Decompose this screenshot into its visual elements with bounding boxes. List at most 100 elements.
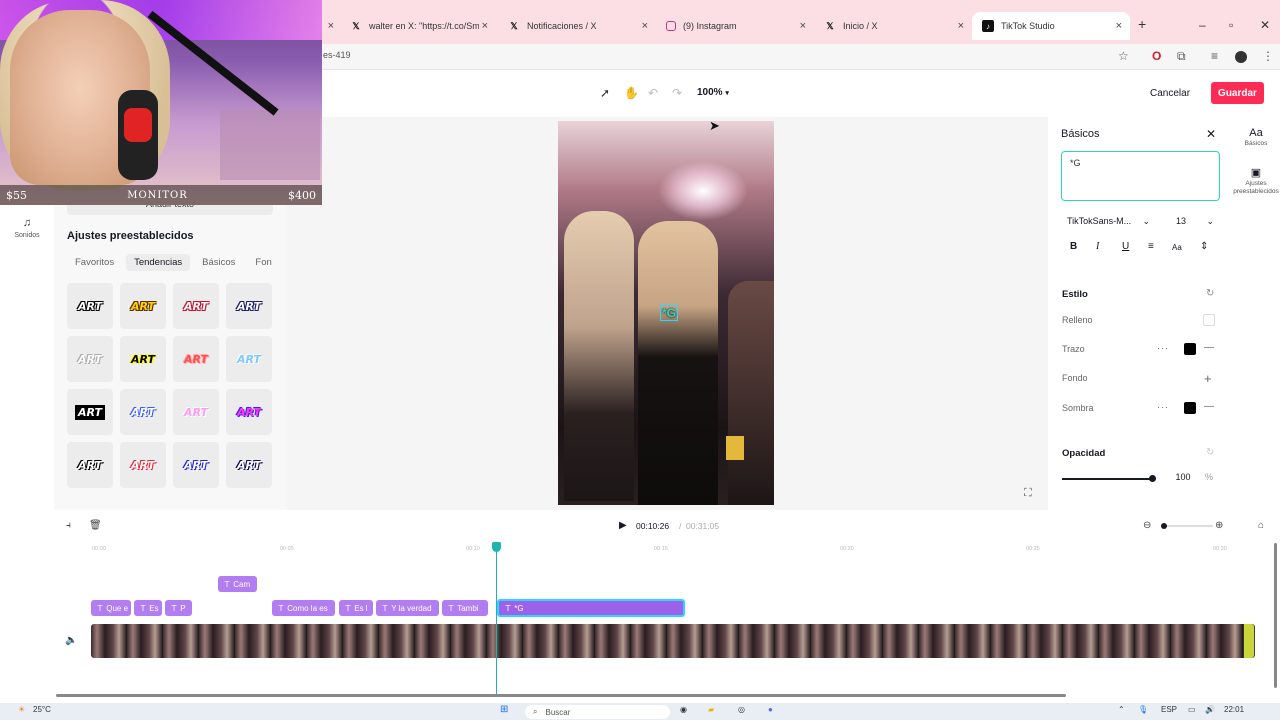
tab-tendencias[interactable]: Tendencias — [126, 254, 191, 271]
url-text[interactable]: es-419 — [323, 50, 351, 60]
network-icon[interactable]: ▭ — [1188, 705, 1196, 714]
feedback-icon[interactable]: ⌂ — [1258, 520, 1264, 531]
tab-walter[interactable]: 𝕏 walter en X: "https://t.co/SmlU" × — [340, 12, 496, 40]
italic-icon[interactable]: I — [1096, 241, 1099, 252]
discord-icon[interactable]: ● — [768, 705, 773, 714]
playlist-icon[interactable]: ≡ — [1211, 49, 1218, 63]
redo-icon[interactable]: ↷ — [672, 86, 682, 100]
hand-pan-icon[interactable]: ✋ — [624, 86, 639, 100]
minimize-icon[interactable]: – — [1199, 18, 1206, 32]
close-icon[interactable]: × — [1116, 20, 1122, 32]
font-family-select[interactable]: TikTokSans-M... ⌄ — [1061, 211, 1156, 231]
text-clip[interactable]: Ｔ Como la es — [272, 600, 335, 616]
minus-icon[interactable]: — — [1204, 401, 1214, 412]
extensions-puzzle-icon[interactable]: ⧉ — [1177, 49, 1186, 64]
stroke-swatch[interactable] — [1184, 343, 1196, 355]
text-sticker[interactable]: *G — [660, 305, 679, 321]
text-clip[interactable]: Ｔ Cam — [218, 576, 257, 592]
new-tab-icon[interactable]: + — [1138, 16, 1146, 32]
underline-icon[interactable]: U — [1122, 241, 1129, 252]
text-clip[interactable]: Ｔ Y la verdad — [376, 600, 439, 616]
rail-item-presets[interactable]: ▣ Ajustes preestablecidos — [1232, 168, 1280, 196]
weather-icon[interactable]: ☀ — [18, 705, 25, 714]
tab-tiktok-studio[interactable]: ♪ TikTok Studio × — [972, 12, 1130, 40]
preset-tile[interactable]: ART — [120, 283, 166, 329]
close-icon[interactable]: × — [800, 20, 806, 32]
vertical-scrollbar[interactable] — [1274, 543, 1277, 688]
preset-tile[interactable]: ART — [120, 389, 166, 435]
language-indicator[interactable]: ESP — [1161, 705, 1177, 714]
close-icon[interactable]: ✕ — [1206, 127, 1216, 141]
preset-tile[interactable]: ART — [67, 283, 113, 329]
sidebar-item-sounds[interactable]: ♫ Sonidos — [6, 217, 48, 239]
clock-time[interactable]: 22:01 — [1224, 705, 1244, 714]
text-clip[interactable]: Ｔ Que e — [91, 600, 131, 616]
more-dots-icon[interactable]: ··· — [1157, 402, 1169, 412]
cancel-button[interactable]: Cancelar — [1142, 82, 1199, 104]
close-icon[interactable]: × — [328, 20, 334, 32]
reset-icon[interactable]: ↻ — [1206, 447, 1214, 458]
play-icon[interactable]: ▶ — [619, 520, 627, 531]
tab-inicio[interactable]: 𝕏 Inicio / X × — [814, 12, 972, 40]
bookmark-star-icon[interactable]: ☆ — [1118, 49, 1129, 63]
preset-tile[interactable]: ART — [173, 283, 219, 329]
track-volume-icon[interactable]: 🔈 — [65, 635, 77, 646]
horizontal-scrollbar[interactable] — [56, 694, 1066, 697]
close-icon[interactable]: × — [482, 20, 488, 32]
shadow-swatch[interactable] — [1184, 402, 1196, 414]
video-track[interactable] — [91, 624, 1255, 658]
chrome-icon[interactable]: ◉ — [680, 705, 687, 714]
taskbar-search[interactable]: ⌕ Buscar — [525, 705, 670, 719]
preset-tile[interactable]: ART — [226, 336, 272, 382]
fill-swatch[interactable] — [1203, 314, 1215, 326]
align-icon[interactable]: ≡ — [1148, 241, 1154, 252]
preset-tile[interactable]: ART — [226, 283, 272, 329]
bold-icon[interactable]: B — [1070, 241, 1077, 252]
text-clip[interactable]: Ｔ P — [165, 600, 192, 616]
font-size-select[interactable]: 13 ⌄ — [1170, 211, 1220, 231]
plus-icon[interactable]: + — [1204, 371, 1212, 386]
tab-close-hidden[interactable]: × — [322, 12, 336, 40]
tab-favoritos[interactable]: Favoritos — [67, 254, 122, 271]
window-close-icon[interactable]: ✕ — [1260, 18, 1270, 32]
text-content-input[interactable]: *G — [1061, 151, 1220, 201]
folder-icon[interactable]: ▰ — [708, 705, 714, 714]
tab-fondos[interactable]: Fon — [247, 254, 279, 271]
spacing-icon[interactable]: ⇕ — [1200, 241, 1208, 252]
close-icon[interactable]: × — [642, 20, 648, 32]
video-preview[interactable]: *G — [558, 121, 774, 505]
text-clip-selected[interactable]: Ｔ *G — [497, 599, 685, 617]
preset-tile[interactable]: ART — [67, 336, 113, 382]
select-pointer-icon[interactable]: ➚ — [600, 86, 610, 100]
tab-instagram[interactable]: (9) Instagram × — [656, 12, 814, 40]
split-icon[interactable]: ⫞ — [66, 520, 71, 531]
zoom-select[interactable]: 100% ▾ — [697, 87, 729, 98]
text-clip[interactable]: Ｔ Tambi — [442, 600, 488, 616]
preset-tile[interactable]: ART — [173, 336, 219, 382]
timeline-zoom-track[interactable] — [1161, 525, 1213, 527]
playhead-handle[interactable] — [492, 542, 501, 552]
profile-avatar[interactable] — [1235, 51, 1247, 63]
more-dots-icon[interactable]: ··· — [1157, 343, 1169, 353]
preset-tile[interactable]: ART — [226, 389, 272, 435]
mic-tray-icon[interactable]: 🎙 — [1138, 705, 1148, 714]
text-case-icon[interactable]: Aa — [1172, 243, 1182, 252]
tab-notificaciones[interactable]: 𝕏 Notificaciones / X × — [498, 12, 656, 40]
zoom-out-icon[interactable]: ⊖ — [1143, 520, 1151, 531]
preset-tile[interactable]: ART — [67, 442, 113, 488]
extension-opera-icon[interactable]: O — [1152, 49, 1161, 63]
timeline-zoom-knob[interactable] — [1161, 523, 1167, 529]
text-clip[interactable]: Ｔ Es l — [339, 600, 373, 616]
browser-menu-icon[interactable]: ⋮ — [1262, 49, 1274, 63]
preset-tile[interactable]: ART — [67, 389, 113, 435]
fullscreen-icon[interactable]: ⛶ — [1024, 487, 1032, 500]
restore-icon[interactable]: ▫ — [1229, 18, 1233, 32]
volume-icon[interactable]: 🔊 — [1205, 705, 1215, 714]
tab-basicos[interactable]: Básicos — [194, 254, 243, 271]
zoom-in-icon[interactable]: ⊕ — [1215, 520, 1223, 531]
rail-item-basics[interactable]: Aa Básicos — [1232, 128, 1280, 148]
obs-icon[interactable]: ◎ — [738, 705, 745, 714]
undo-icon[interactable]: ↶ — [648, 86, 658, 100]
close-icon[interactable]: × — [958, 20, 964, 32]
preset-tile[interactable]: ART — [120, 442, 166, 488]
